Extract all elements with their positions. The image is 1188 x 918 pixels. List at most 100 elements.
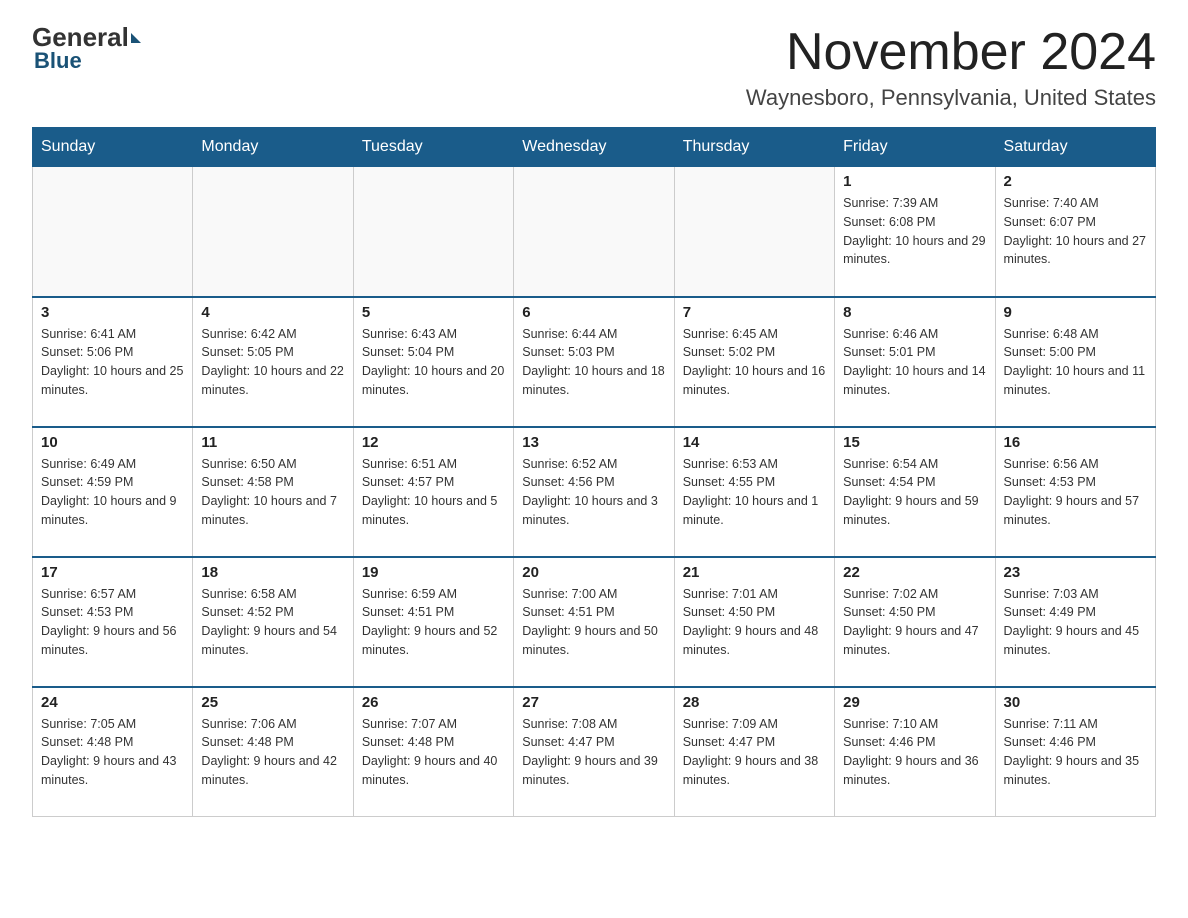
- day-sun-info: Sunrise: 7:09 AMSunset: 4:47 PMDaylight:…: [683, 715, 826, 790]
- calendar-week-row: 24 Sunrise: 7:05 AMSunset: 4:48 PMDayligh…: [33, 687, 1156, 817]
- calendar-cell: 19 Sunrise: 6:59 AMSunset: 4:51 PMDayligh…: [353, 557, 513, 687]
- day-number: 7: [683, 304, 826, 321]
- day-sun-info: Sunrise: 6:57 AMSunset: 4:53 PMDaylight:…: [41, 585, 184, 660]
- calendar-cell: [193, 167, 353, 297]
- day-number: 30: [1004, 694, 1147, 711]
- calendar-cell: 29Sunrise: 7:10 AMSunset: 4:46 PMDayligh…: [835, 687, 995, 817]
- day-number: 19: [362, 564, 505, 581]
- calendar-cell: 6 Sunrise: 6:44 AMSunset: 5:03 PMDaylight…: [514, 297, 674, 427]
- day-number: 17: [41, 564, 184, 581]
- day-sun-info: Sunrise: 6:41 AMSunset: 5:06 PMDaylight:…: [41, 325, 184, 400]
- calendar-cell: 11Sunrise: 6:50 AMSunset: 4:58 PMDayligh…: [193, 427, 353, 557]
- day-number: 20: [522, 564, 665, 581]
- day-of-week-header: Saturday: [995, 128, 1155, 167]
- day-number: 18: [201, 564, 344, 581]
- day-sun-info: Sunrise: 7:11 AMSunset: 4:46 PMDaylight:…: [1004, 715, 1147, 790]
- day-number: 28: [683, 694, 826, 711]
- calendar-cell: 23 Sunrise: 7:03 AMSunset: 4:49 PMDayligh…: [995, 557, 1155, 687]
- day-number: 6: [522, 304, 665, 321]
- calendar-cell: 30 Sunrise: 7:11 AMSunset: 4:46 PMDayligh…: [995, 687, 1155, 817]
- day-number: 26: [362, 694, 505, 711]
- day-number: 24: [41, 694, 184, 711]
- day-sun-info: Sunrise: 6:52 AMSunset: 4:56 PMDaylight:…: [522, 455, 665, 530]
- day-of-week-header: Monday: [193, 128, 353, 167]
- day-sun-info: Sunrise: 6:45 AMSunset: 5:02 PMDaylight:…: [683, 325, 826, 400]
- calendar-header-row: SundayMondayTuesdayWednesdayThursdayFrid…: [33, 128, 1156, 167]
- day-sun-info: Sunrise: 6:59 AMSunset: 4:51 PMDaylight:…: [362, 585, 505, 660]
- day-sun-info: Sunrise: 7:02 AMSunset: 4:50 PMDaylight:…: [843, 585, 986, 660]
- calendar-cell: 5Sunrise: 6:43 AMSunset: 5:04 PMDaylight…: [353, 297, 513, 427]
- day-number: 16: [1004, 434, 1147, 451]
- calendar-cell: [674, 167, 834, 297]
- calendar-cell: 9 Sunrise: 6:48 AMSunset: 5:00 PMDaylight…: [995, 297, 1155, 427]
- calendar-cell: 13 Sunrise: 6:52 AMSunset: 4:56 PMDayligh…: [514, 427, 674, 557]
- day-sun-info: Sunrise: 6:54 AMSunset: 4:54 PMDaylight:…: [843, 455, 986, 530]
- day-sun-info: Sunrise: 7:08 AMSunset: 4:47 PMDaylight:…: [522, 715, 665, 790]
- calendar-table: SundayMondayTuesdayWednesdayThursdayFrid…: [32, 127, 1156, 817]
- day-sun-info: Sunrise: 7:05 AMSunset: 4:48 PMDaylight:…: [41, 715, 184, 790]
- day-sun-info: Sunrise: 7:07 AMSunset: 4:48 PMDaylight:…: [362, 715, 505, 790]
- calendar-cell: 17 Sunrise: 6:57 AMSunset: 4:53 PMDayligh…: [33, 557, 193, 687]
- day-sun-info: Sunrise: 6:49 AMSunset: 4:59 PMDaylight:…: [41, 455, 184, 530]
- title-section: November 2024 Waynesboro, Pennsylvania, …: [746, 24, 1156, 111]
- calendar-cell: 7 Sunrise: 6:45 AMSunset: 5:02 PMDaylight…: [674, 297, 834, 427]
- calendar-week-row: 3 Sunrise: 6:41 AMSunset: 5:06 PMDaylight…: [33, 297, 1156, 427]
- day-sun-info: Sunrise: 7:03 AMSunset: 4:49 PMDaylight:…: [1004, 585, 1147, 660]
- day-number: 4: [201, 304, 344, 321]
- calendar-cell: 20Sunrise: 7:00 AMSunset: 4:51 PMDayligh…: [514, 557, 674, 687]
- calendar-cell: 3 Sunrise: 6:41 AMSunset: 5:06 PMDaylight…: [33, 297, 193, 427]
- month-title: November 2024: [746, 24, 1156, 81]
- day-sun-info: Sunrise: 6:44 AMSunset: 5:03 PMDaylight:…: [522, 325, 665, 400]
- day-sun-info: Sunrise: 7:40 AMSunset: 6:07 PMDaylight:…: [1004, 194, 1147, 269]
- day-number: 15: [843, 434, 986, 451]
- day-number: 12: [362, 434, 505, 451]
- calendar-cell: 21Sunrise: 7:01 AMSunset: 4:50 PMDayligh…: [674, 557, 834, 687]
- day-sun-info: Sunrise: 6:53 AMSunset: 4:55 PMDaylight:…: [683, 455, 826, 530]
- day-of-week-header: Tuesday: [353, 128, 513, 167]
- calendar-cell: [514, 167, 674, 297]
- calendar-cell: 14Sunrise: 6:53 AMSunset: 4:55 PMDayligh…: [674, 427, 834, 557]
- day-sun-info: Sunrise: 7:10 AMSunset: 4:46 PMDaylight:…: [843, 715, 986, 790]
- day-sun-info: Sunrise: 6:43 AMSunset: 5:04 PMDaylight:…: [362, 325, 505, 400]
- logo-general-text: General: [32, 24, 141, 50]
- calendar-cell: 12Sunrise: 6:51 AMSunset: 4:57 PMDayligh…: [353, 427, 513, 557]
- calendar-cell: 15 Sunrise: 6:54 AMSunset: 4:54 PMDayligh…: [835, 427, 995, 557]
- day-sun-info: Sunrise: 6:50 AMSunset: 4:58 PMDaylight:…: [201, 455, 344, 530]
- calendar-cell: 26 Sunrise: 7:07 AMSunset: 4:48 PMDayligh…: [353, 687, 513, 817]
- location-title: Waynesboro, Pennsylvania, United States: [746, 85, 1156, 111]
- day-number: 9: [1004, 304, 1147, 321]
- day-of-week-header: Friday: [835, 128, 995, 167]
- logo-blue-text: Blue: [34, 50, 82, 72]
- day-sun-info: Sunrise: 6:48 AMSunset: 5:00 PMDaylight:…: [1004, 325, 1147, 400]
- day-sun-info: Sunrise: 7:06 AMSunset: 4:48 PMDaylight:…: [201, 715, 344, 790]
- day-number: 1: [843, 173, 986, 190]
- calendar-cell: 4 Sunrise: 6:42 AMSunset: 5:05 PMDaylight…: [193, 297, 353, 427]
- day-number: 23: [1004, 564, 1147, 581]
- day-of-week-header: Wednesday: [514, 128, 674, 167]
- calendar-cell: 22 Sunrise: 7:02 AMSunset: 4:50 PMDayligh…: [835, 557, 995, 687]
- page-header: General Blue November 2024 Waynesboro, P…: [32, 24, 1156, 111]
- calendar-week-row: 1 Sunrise: 7:39 AMSunset: 6:08 PMDaylight…: [33, 167, 1156, 297]
- logo: General Blue: [32, 24, 141, 72]
- calendar-cell: 25Sunrise: 7:06 AMSunset: 4:48 PMDayligh…: [193, 687, 353, 817]
- day-sun-info: Sunrise: 7:39 AMSunset: 6:08 PMDaylight:…: [843, 194, 986, 269]
- day-number: 3: [41, 304, 184, 321]
- logo-arrow-icon: [131, 33, 141, 43]
- day-sun-info: Sunrise: 6:58 AMSunset: 4:52 PMDaylight:…: [201, 585, 344, 660]
- calendar-cell: 16 Sunrise: 6:56 AMSunset: 4:53 PMDayligh…: [995, 427, 1155, 557]
- logo-general-word: General: [32, 24, 129, 50]
- day-number: 13: [522, 434, 665, 451]
- calendar-week-row: 10Sunrise: 6:49 AMSunset: 4:59 PMDayligh…: [33, 427, 1156, 557]
- day-sun-info: Sunrise: 6:42 AMSunset: 5:05 PMDaylight:…: [201, 325, 344, 400]
- calendar-cell: 27Sunrise: 7:08 AMSunset: 4:47 PMDayligh…: [514, 687, 674, 817]
- day-of-week-header: Sunday: [33, 128, 193, 167]
- calendar-cell: [33, 167, 193, 297]
- day-number: 2: [1004, 173, 1147, 190]
- calendar-cell: 10Sunrise: 6:49 AMSunset: 4:59 PMDayligh…: [33, 427, 193, 557]
- day-number: 21: [683, 564, 826, 581]
- day-number: 22: [843, 564, 986, 581]
- day-number: 8: [843, 304, 986, 321]
- calendar-cell: 8Sunrise: 6:46 AMSunset: 5:01 PMDaylight…: [835, 297, 995, 427]
- calendar-cell: [353, 167, 513, 297]
- day-sun-info: Sunrise: 6:56 AMSunset: 4:53 PMDaylight:…: [1004, 455, 1147, 530]
